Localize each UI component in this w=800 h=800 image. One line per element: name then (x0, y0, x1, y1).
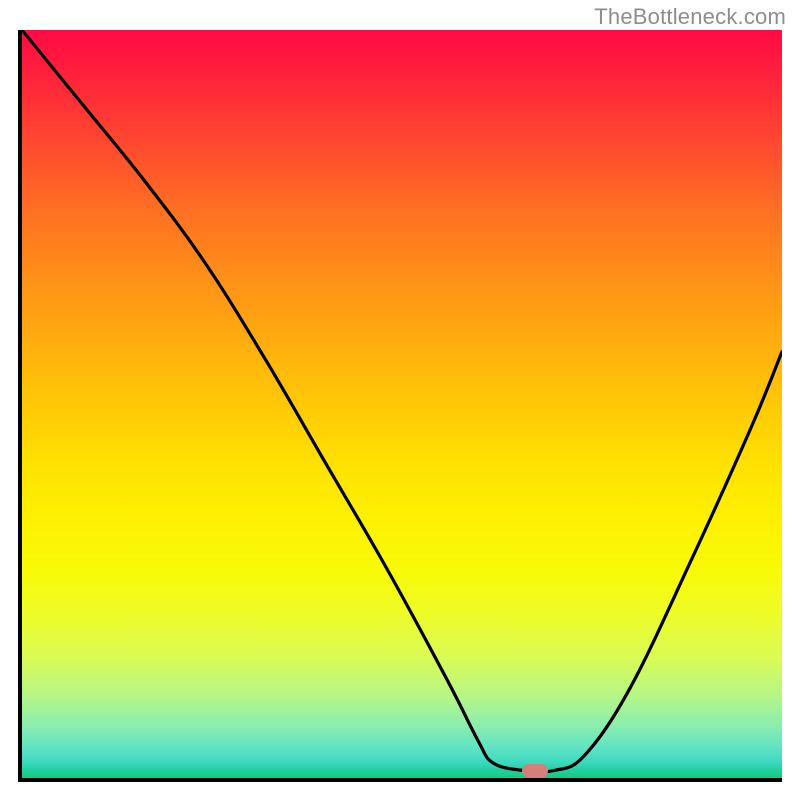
plot-area (18, 30, 782, 782)
curve-layer (22, 30, 782, 778)
bottleneck-chart: TheBottleneck.com (0, 0, 800, 800)
attribution-label: TheBottleneck.com (594, 4, 786, 30)
optimal-marker (522, 764, 548, 778)
curve-path (22, 30, 782, 772)
